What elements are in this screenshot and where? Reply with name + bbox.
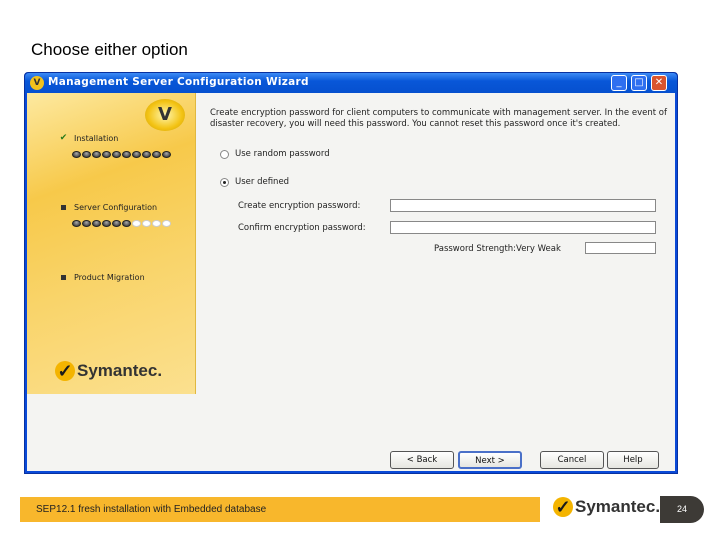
progress-dot [152, 220, 161, 227]
progress-dot [122, 220, 131, 227]
confirm-password-input[interactable] [390, 221, 656, 234]
progress-installation [72, 151, 171, 158]
bullet-icon [61, 275, 66, 280]
progress-dot [162, 220, 171, 227]
check-logo-icon: ✓ [55, 361, 75, 381]
help-button[interactable]: Help [607, 451, 659, 469]
radio-random-password[interactable]: Use random password [220, 149, 330, 159]
progress-dot [82, 151, 91, 158]
next-button[interactable]: Next > [458, 451, 522, 469]
check-logo-icon: ✓ [553, 497, 573, 517]
wizard-window: V Management Server Configuration Wizard… [24, 72, 678, 474]
footer-bar: SEP12.1 fresh installation with Embedded… [20, 497, 540, 522]
progress-dot [92, 151, 101, 158]
title-bar[interactable]: V Management Server Configuration Wizard… [25, 73, 677, 93]
window-title: Management Server Configuration Wizard [48, 76, 309, 88]
step-product-migration: Product Migration [59, 273, 145, 282]
progress-server-configuration [72, 220, 171, 227]
create-password-label: Create encryption password: [238, 201, 361, 211]
page-number: 24 [660, 496, 704, 523]
close-button[interactable]: ✕ [651, 75, 667, 91]
radio-selected-icon[interactable] [220, 177, 229, 187]
logo-text: Symantec. [575, 497, 661, 516]
confirm-password-label: Confirm encryption password: [238, 223, 366, 233]
radio-label: User defined [235, 177, 290, 187]
password-strength-label: Password Strength:Very Weak [434, 244, 561, 254]
wizard-sidebar: V ✔ Installation Server Configuration Pro… [27, 93, 196, 394]
description: Create encryption password for client co… [210, 108, 667, 129]
progress-dot [132, 151, 141, 158]
step-label: Server Configuration [74, 203, 158, 212]
logo-text: Symantec. [77, 361, 163, 380]
bullet-icon [61, 205, 66, 210]
radio-user-defined[interactable]: User defined [220, 177, 289, 187]
step-server-configuration: Server Configuration [59, 203, 157, 212]
progress-dot [102, 220, 111, 227]
step-installation: ✔ Installation [59, 133, 119, 143]
progress-dot [142, 151, 151, 158]
footer-text: SEP12.1 fresh installation with Embedded… [36, 504, 267, 515]
radio-icon[interactable] [220, 149, 229, 159]
step-label: Product Migration [74, 273, 145, 282]
progress-dot [162, 151, 171, 158]
create-password-input[interactable] [390, 199, 656, 212]
progress-dot [72, 220, 81, 227]
progress-dot [132, 220, 141, 227]
symantec-logo: ✓ Symantec. [55, 361, 162, 381]
progress-dot [92, 220, 101, 227]
progress-dot [82, 220, 91, 227]
progress-dot [112, 220, 121, 227]
shield-logo-icon: V [145, 99, 185, 131]
progress-dot [122, 151, 131, 158]
progress-dot [142, 220, 151, 227]
checkmark-icon: ✔ [59, 133, 68, 143]
minimize-button[interactable]: _ [611, 75, 627, 91]
wizard-body: V ✔ Installation Server Configuration Pro… [27, 93, 675, 471]
step-label: Installation [74, 133, 119, 143]
footer-symantec-logo: ✓ Symantec. [553, 497, 660, 517]
progress-dot [152, 151, 161, 158]
slide-title: Choose either option [31, 40, 188, 59]
password-strength-meter [585, 242, 656, 254]
back-button[interactable]: < Back [390, 451, 454, 469]
progress-dot [102, 151, 111, 158]
shield-icon: V [30, 76, 44, 90]
radio-label: Use random password [235, 149, 330, 159]
progress-dot [72, 151, 81, 158]
maximize-button[interactable]: □ [631, 75, 647, 91]
progress-dot [112, 151, 121, 158]
cancel-button[interactable]: Cancel [540, 451, 604, 469]
